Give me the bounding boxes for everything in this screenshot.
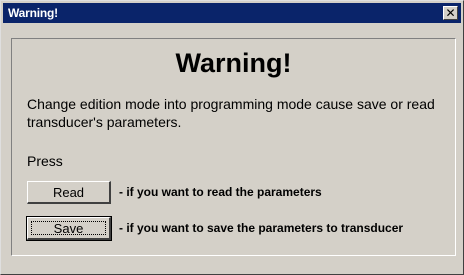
warning-dialog-window: Warning! ✕ Warning! Change edition mode … <box>0 0 464 275</box>
read-button[interactable]: Read <box>27 181 111 204</box>
warning-message: Change edition mode into programming mod… <box>27 96 435 130</box>
focus-rect <box>31 221 106 235</box>
window-title: Warning! <box>8 6 58 20</box>
dialog-panel: Warning! Change edition mode into progra… <box>11 38 456 256</box>
press-label: Press <box>27 153 63 169</box>
dialog-heading: Warning! <box>175 48 292 78</box>
title-bar[interactable]: Warning! ✕ <box>3 3 461 23</box>
save-button[interactable]: Save <box>26 216 112 241</box>
save-description: - if you want to save the parameters to … <box>119 221 404 235</box>
close-icon: ✕ <box>445 6 456 20</box>
read-description: - if you want to read the parameters <box>119 185 322 199</box>
read-button-label: Read <box>52 184 85 200</box>
close-button[interactable]: ✕ <box>443 6 458 20</box>
